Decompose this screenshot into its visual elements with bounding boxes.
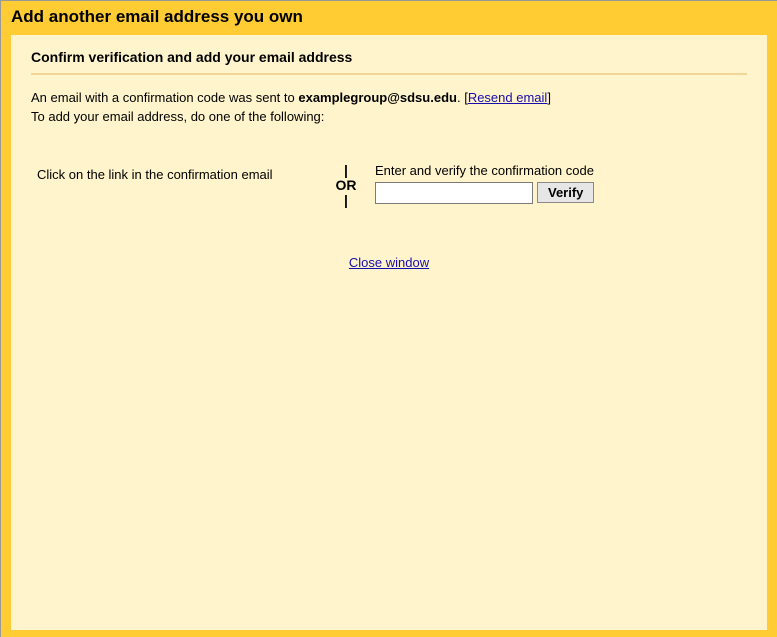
divider-bar-icon: | [344, 193, 348, 207]
msg-line2: To add your email address, do one of the… [31, 109, 324, 124]
divider-bar-icon: | [344, 163, 348, 177]
verify-button[interactable]: Verify [537, 182, 594, 203]
or-label: OR [336, 177, 357, 194]
msg-pre: An email with a confirmation code was se… [31, 90, 298, 105]
sub-header: Confirm verification and add your email … [31, 45, 747, 73]
code-label: Enter and verify the confirmation code [375, 163, 741, 178]
msg-post: . [ [457, 90, 468, 105]
target-email: examplegroup@sdsu.edu [298, 90, 457, 105]
msg-end: ] [547, 90, 551, 105]
option-click-link: Click on the link in the confirmation em… [37, 163, 317, 182]
or-divider: | OR | [331, 163, 361, 208]
divider-line [31, 73, 747, 75]
close-window-link[interactable]: Close window [349, 255, 429, 270]
dialog-title: Add another email address you own [1, 1, 777, 35]
resend-email-link[interactable]: Resend email [468, 90, 548, 105]
instruction-text: An email with a confirmation code was se… [31, 89, 747, 127]
confirmation-code-input[interactable] [375, 182, 533, 204]
